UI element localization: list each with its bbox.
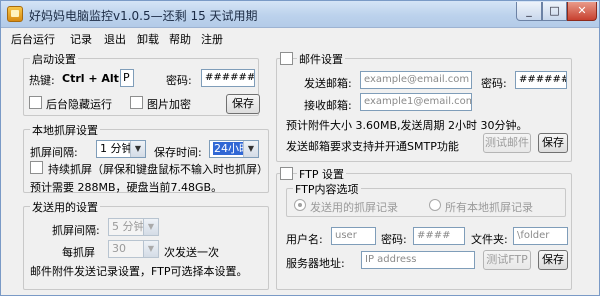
menu-exit[interactable]: 退出 [104, 31, 126, 47]
maximize-button[interactable]: □ [542, 2, 567, 21]
hotkey-key-input[interactable]: P [120, 69, 134, 87]
menu-background-run[interactable]: 后台运行 [11, 31, 55, 47]
close-icon: ✕ [577, 4, 587, 17]
main-window: 好妈妈电脑监控v1.0.5—还剩 15 天试用期 _ □ ✕ 后台运行 记录 退… [0, 0, 600, 296]
title-bar[interactable]: 好妈妈电脑监控v1.0.5—还剩 15 天试用期 _ □ ✕ [1, 1, 599, 28]
chevron-down-icon: ▼ [130, 141, 145, 157]
every-capture-label: 每抓屏 [62, 246, 95, 259]
send-once-label: 次发送一次 [164, 246, 219, 259]
send-interval-label: 抓屏间隔: [52, 224, 100, 237]
ftp-content-options-legend: FTP内容选项 [293, 181, 361, 197]
ftp-enable-checkbox[interactable] [280, 167, 293, 180]
encrypt-image-checkbox[interactable] [130, 96, 143, 109]
encrypt-image-label: 图片加密 [147, 98, 191, 111]
chevron-down-icon: ▼ [143, 219, 158, 235]
local-capture-legend: 本地抓屏设置 [30, 122, 100, 138]
send-interval-value: 5 分钟 [112, 220, 145, 233]
hide-run-label: 后台隐藏运行 [46, 98, 112, 111]
capture-interval-value: 1 分钟 [100, 142, 133, 155]
continuous-capture-label: 持续抓屏（屏保和键盘鼠标不输入时也抓屏） [48, 163, 268, 176]
minimize-icon: _ [526, 4, 532, 17]
startup-password-input[interactable]: ###### [201, 69, 255, 87]
hotkey-label: 热键: [29, 74, 55, 87]
maximize-icon: □ [549, 4, 560, 17]
startup-password-label: 密码: [166, 74, 192, 87]
receiver-email-input[interactable]: example1@email.com [360, 93, 472, 111]
startup-save-button[interactable]: 保存 [226, 94, 260, 114]
menu-uninstall[interactable]: 卸载 [137, 31, 159, 47]
send-count-value: 30 [112, 242, 126, 255]
close-button[interactable]: ✕ [567, 2, 597, 21]
receiver-label: 接收邮箱: [304, 99, 352, 112]
ftp-opt-all-radio[interactable] [429, 199, 441, 211]
ftp-settings-legend: FTP 设置 [297, 166, 346, 182]
capture-estimate-text: 预计需要 288MB，硬盘当前7.48GB。 [30, 181, 223, 194]
sender-label: 发送邮箱: [304, 77, 352, 90]
hide-run-checkbox[interactable] [29, 96, 42, 109]
mail-enable-checkbox[interactable] [280, 52, 293, 65]
mail-password-input[interactable]: ###### [515, 71, 567, 89]
ftp-server-label: 服务器地址: [286, 257, 345, 270]
ftp-folder-input[interactable]: \folder [513, 227, 568, 245]
capture-interval-label: 抓屏间隔: [30, 146, 78, 159]
smtp-note: 发送邮箱要求支持并开通SMTP功能 [286, 140, 459, 153]
attachment-info-text: 预计附件大小 3.60MB,发送周期 2小时 30分钟。 [286, 119, 528, 132]
ftp-opt-sent-radio[interactable] [294, 199, 306, 211]
send-count-select[interactable]: 30 ▼ [108, 240, 159, 258]
capture-interval-select[interactable]: 1 分钟 ▼ [96, 140, 146, 158]
ftp-password-input[interactable]: #### [413, 227, 465, 245]
menu-records[interactable]: 记录 [70, 31, 92, 47]
sender-email-input[interactable]: example@email.com [360, 71, 472, 89]
app-icon [7, 6, 23, 22]
mail-password-label: 密码: [481, 77, 507, 90]
keep-time-select[interactable]: 24小时 ▼ [209, 140, 259, 158]
send-note: 邮件附件发送记录设置，FTP可选择本设置。 [30, 265, 248, 278]
ftp-password-label: 密码: [381, 233, 407, 246]
continuous-capture-checkbox[interactable] [30, 161, 43, 174]
ftp-user-label: 用户名: [286, 233, 323, 246]
ftp-opt-all-label: 所有本地抓屏记录 [445, 201, 533, 214]
ftp-save-button[interactable]: 保存 [538, 250, 568, 270]
mail-save-button[interactable]: 保存 [538, 133, 568, 153]
ftp-server-input[interactable]: IP address [361, 251, 475, 269]
ftp-opt-sent-label: 发送用的抓屏记录 [310, 201, 398, 214]
minimize-button[interactable]: _ [516, 2, 542, 21]
test-ftp-button[interactable]: 测试FTP [483, 250, 531, 270]
test-mail-button[interactable]: 测试邮件 [483, 133, 531, 153]
startup-settings-legend: 启动设置 [30, 51, 78, 67]
menu-help[interactable]: 帮助 [169, 31, 191, 47]
send-settings-legend: 发送用的设置 [30, 199, 100, 215]
menu-bar: 后台运行 记录 退出 卸载 帮助 注册 [1, 28, 599, 47]
send-interval-select[interactable]: 5 分钟 ▼ [108, 218, 159, 236]
chevron-down-icon: ▼ [243, 141, 258, 157]
ftp-user-input[interactable]: user [331, 227, 376, 245]
menu-register[interactable]: 注册 [201, 31, 223, 47]
chevron-down-icon: ▼ [143, 241, 158, 257]
ftp-folder-label: 文件夹: [471, 233, 508, 246]
window-title: 好妈妈电脑监控v1.0.5—还剩 15 天试用期 [29, 9, 258, 23]
mail-settings-legend: 邮件设置 [297, 51, 345, 67]
keep-time-label: 保存时间: [154, 146, 202, 159]
